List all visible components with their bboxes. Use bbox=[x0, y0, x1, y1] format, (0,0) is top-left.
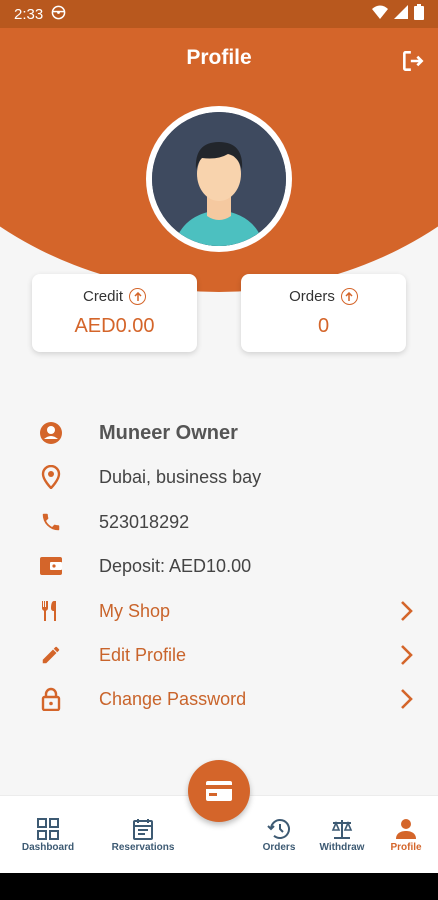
nav-orders[interactable]: Orders bbox=[256, 816, 302, 853]
phone-row: 523018292 bbox=[38, 509, 189, 535]
credit-value: AED0.00 bbox=[74, 315, 155, 337]
chevron-right-icon[interactable] bbox=[398, 687, 416, 711]
signal-icon bbox=[394, 5, 408, 23]
my-shop-row[interactable]: My Shop bbox=[38, 598, 170, 624]
wallet-icon bbox=[38, 553, 64, 579]
steering-icon bbox=[51, 5, 66, 24]
orders-label: Orders bbox=[289, 288, 335, 305]
chevron-right-icon[interactable] bbox=[398, 643, 416, 667]
edit-profile-row[interactable]: Edit Profile bbox=[38, 642, 186, 668]
system-nav-bar bbox=[0, 873, 438, 900]
nav-withdraw[interactable]: Withdraw bbox=[316, 816, 368, 853]
user-name: Muneer Owner bbox=[99, 421, 238, 444]
arrow-up-icon bbox=[129, 288, 146, 305]
profile-screen: 2:33 Profile Credit AED0.00 Orders 0 Mun… bbox=[0, 0, 438, 900]
nav-orders-label: Orders bbox=[262, 842, 296, 853]
wifi-icon bbox=[372, 5, 388, 23]
battery-icon bbox=[414, 4, 424, 24]
history-icon bbox=[256, 816, 302, 842]
phone-icon bbox=[38, 509, 64, 535]
logout-icon bbox=[403, 51, 424, 71]
phone-text: 523018292 bbox=[99, 511, 190, 532]
nav-reservations[interactable]: Reservations bbox=[104, 816, 182, 853]
user-icon bbox=[38, 420, 64, 446]
location-row: Dubai, business bay bbox=[38, 464, 261, 490]
shop-icon bbox=[38, 598, 64, 624]
status-time: 2:33 bbox=[14, 5, 44, 23]
chevron-right-icon[interactable] bbox=[398, 599, 416, 623]
orders-card[interactable]: Orders 0 bbox=[241, 274, 406, 352]
nav-withdraw-label: Withdraw bbox=[319, 842, 365, 853]
nav-reservations-label: Reservations bbox=[111, 842, 175, 853]
page-title: Profile bbox=[186, 46, 252, 69]
nav-dashboard-label: Dashboard bbox=[21, 842, 75, 853]
lock-icon bbox=[38, 686, 64, 712]
avatar bbox=[146, 106, 292, 252]
dashboard-icon bbox=[18, 816, 78, 842]
credit-label: Credit bbox=[82, 288, 123, 305]
avatar-image bbox=[152, 112, 286, 246]
status-bar: 2:33 bbox=[0, 0, 438, 28]
change-password-row[interactable]: Change Password bbox=[38, 686, 246, 712]
edit-profile-link[interactable]: Edit Profile bbox=[99, 645, 186, 666]
deposit-text: Deposit: AED10.00 bbox=[99, 555, 252, 576]
location-text: Dubai, business bay bbox=[99, 466, 262, 487]
arrow-up-icon bbox=[340, 288, 358, 305]
deposit-row: Deposit: AED10.00 bbox=[38, 553, 251, 579]
payment-fab[interactable] bbox=[188, 760, 250, 822]
logout-button[interactable] bbox=[400, 48, 426, 74]
nav-dashboard[interactable]: Dashboard bbox=[18, 816, 78, 853]
orders-value: 0 bbox=[317, 315, 330, 337]
card-icon bbox=[206, 781, 232, 801]
nav-profile[interactable]: Profile bbox=[384, 816, 428, 853]
nav-profile-label: Profile bbox=[390, 842, 422, 853]
edit-icon bbox=[38, 642, 64, 668]
credit-card[interactable]: Credit AED0.00 bbox=[32, 274, 197, 352]
person-icon bbox=[384, 816, 428, 842]
location-icon bbox=[38, 464, 64, 490]
change-password-link[interactable]: Change Password bbox=[99, 689, 246, 710]
my-shop-link[interactable]: My Shop bbox=[99, 601, 170, 622]
scale-icon bbox=[316, 816, 368, 842]
name-row: Muneer Owner bbox=[38, 420, 238, 446]
calendar-icon bbox=[104, 816, 182, 842]
